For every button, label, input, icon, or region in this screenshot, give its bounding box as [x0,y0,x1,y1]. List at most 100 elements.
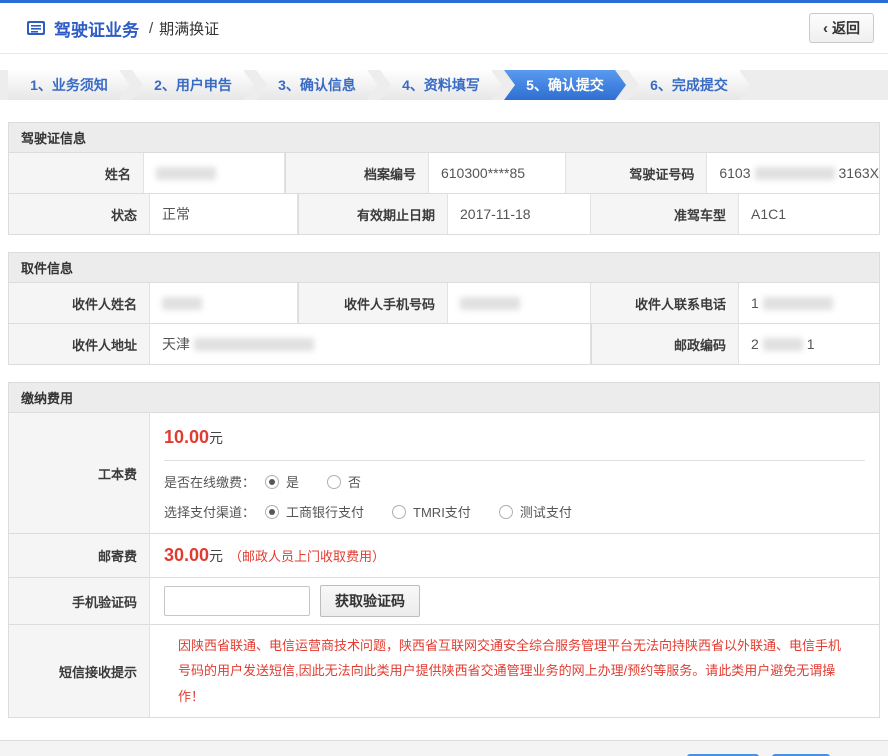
radio-icon[interactable] [327,475,341,489]
channel-option-icbc[interactable]: 工商银行支付 [265,502,364,521]
redacted-recipient-name [162,297,202,310]
status-label: 状态 [9,194,149,234]
license-no-prefix: 6103 [719,165,750,181]
breadcrumb-current: 期满换证 [159,18,219,39]
valid-until-label: 有效期止日期 [298,194,447,234]
postage-currency: 元 [209,546,223,566]
table-row: 收件人姓名 收件人手机号码 收件人联系电话 1 [9,283,879,323]
license-no-value: 6103 3163X [706,153,879,193]
redacted-recipient-address [194,338,314,351]
sms-code-cell: 获取验证码 [149,578,879,624]
work-fee-label: 工本费 [9,413,149,533]
table-row: 状态 正常 有效期止日期 2017-11-18 准驾车型 A1C1 [9,193,879,234]
work-fee-row: 工本费 10.00元 是否在线缴费： 是 否 选 [9,413,879,533]
footer-action-bar: 上一步 完成 [0,740,888,756]
step-tab-2[interactable]: 2、用户申告 [132,70,254,100]
online-pay-option-no[interactable]: 否 [327,472,361,491]
recipient-name-label: 收件人姓名 [9,283,149,323]
valid-until-value: 2017-11-18 [447,194,591,234]
recipient-phone-label: 收件人联系电话 [591,283,738,323]
license-info-section: 驾驶证信息 姓名 档案编号 610300****85 驾驶证号码 6103 31… [8,122,880,235]
sms-code-label: 手机验证码 [9,578,149,624]
pay-channel-line: 选择支付渠道： 工商银行支付 TMRI支付 测试支付 [164,502,865,521]
radio-icon[interactable] [499,505,513,519]
sms-code-input[interactable] [164,586,310,616]
channel-option-test[interactable]: 测试支付 [499,502,572,521]
redacted-recipient-mobile [460,297,520,310]
step-tab-3[interactable]: 3、确认信息 [256,70,378,100]
redacted-name [156,167,216,180]
postage-note: （邮政人员上门收取费用） [229,546,385,565]
license-no-suffix: 3163X [839,165,879,181]
get-sms-code-button[interactable]: 获取验证码 [320,585,420,617]
postal-code-value: 2 1 [738,324,879,364]
online-pay-yes-label: 是 [286,472,299,491]
radio-icon[interactable] [265,475,279,489]
postage-label: 邮寄费 [9,534,149,577]
radio-icon[interactable] [265,505,279,519]
table-row: 收件人地址 天津 邮政编码 2 1 [9,323,879,364]
recipient-address-value: 天津 [149,324,591,364]
work-fee-amount-line: 10.00元 [164,413,865,461]
file-no-value: 610300****85 [428,153,566,193]
postal-code-prefix: 2 [751,336,759,352]
page: 驾驶证业务 / 期满换证 ‹ 返回 1、业务须知 2、用户申告 3、确认信息 4… [0,0,888,756]
channel-tmri-label: TMRI支付 [413,502,471,521]
recipient-address-label: 收件人地址 [9,324,149,364]
sms-code-row: 手机验证码 获取验证码 [9,577,879,624]
vehicle-class-value: A1C1 [738,194,879,234]
page-title: 驾驶证业务 [54,16,139,41]
back-chevron-icon: ‹ [823,20,828,37]
postage-amount: 30.00 [164,545,209,566]
sms-notice-cell: 因陕西省联通、电信运营商技术问题，陕西省互联网交通安全综合服务管理平台无法向持陕… [149,625,879,717]
recipient-mobile-value [447,283,591,323]
postage-value-cell: 30.00元 （邮政人员上门收取费用） [149,534,879,577]
pay-channel-label: 选择支付渠道： [164,502,255,521]
work-fee-value-cell: 10.00元 是否在线缴费： 是 否 选择支付渠道： [149,413,879,533]
license-list-icon [26,20,46,36]
fees-section-title: 缴纳费用 [9,383,879,413]
channel-option-tmri[interactable]: TMRI支付 [392,502,471,521]
work-fee-currency: 元 [209,430,223,446]
step-bar: 1、业务须知 2、用户申告 3、确认信息 4、资料填写 5、确认提交 6、完成提… [0,70,888,100]
sms-notice-label: 短信接收提示 [9,625,149,717]
postal-code-label: 邮政编码 [591,324,738,364]
pickup-info-section: 取件信息 收件人姓名 收件人手机号码 收件人联系电话 1 收件人地址 天津 邮政… [8,252,880,365]
step-tab-5[interactable]: 5、确认提交 [504,70,626,100]
step-tab-4[interactable]: 4、资料填写 [380,70,502,100]
redacted-postal-code [763,338,803,351]
page-header: 驾驶证业务 / 期满换证 ‹ 返回 [0,3,888,54]
postage-row: 邮寄费 30.00元 （邮政人员上门收取费用） [9,533,879,577]
online-pay-line: 是否在线缴费： 是 否 [164,472,865,491]
back-button[interactable]: ‹ 返回 [809,13,874,43]
recipient-mobile-label: 收件人手机号码 [298,283,447,323]
breadcrumb-separator: / [149,20,153,37]
step-tab-1[interactable]: 1、业务须知 [8,70,130,100]
recipient-address-prefix: 天津 [162,334,190,354]
recipient-phone-prefix: 1 [751,295,759,311]
sms-notice-row: 短信接收提示 因陕西省联通、电信运营商技术问题，陕西省互联网交通安全综合服务管理… [9,624,879,717]
status-value: 正常 [149,194,298,234]
pickup-section-title: 取件信息 [9,253,879,283]
online-pay-label: 是否在线缴费： [164,472,255,491]
online-pay-option-yes[interactable]: 是 [265,472,299,491]
table-row: 姓名 档案编号 610300****85 驾驶证号码 6103 3163X [9,153,879,193]
name-label: 姓名 [9,153,143,193]
license-section-title: 驾驶证信息 [9,123,879,153]
step-tab-6[interactable]: 6、完成提交 [628,70,750,100]
redacted-recipient-phone [763,297,833,310]
sms-notice-text: 因陕西省联通、电信运营商技术问题，陕西省互联网交通安全综合服务管理平台无法向持陕… [164,625,865,717]
file-no-label: 档案编号 [285,153,428,193]
recipient-phone-value: 1 [738,283,879,323]
license-no-label: 驾驶证号码 [566,153,707,193]
recipient-name-value [149,283,298,323]
radio-icon[interactable] [392,505,406,519]
online-pay-no-label: 否 [348,472,361,491]
vehicle-class-label: 准驾车型 [591,194,738,234]
back-button-label: 返回 [832,18,860,38]
work-fee-amount: 10.00 [164,427,209,447]
channel-icbc-label: 工商银行支付 [286,502,364,521]
fees-section: 缴纳费用 工本费 10.00元 是否在线缴费： 是 否 [8,382,880,718]
postal-code-suffix: 1 [807,336,815,352]
redacted-license-no [755,167,835,180]
